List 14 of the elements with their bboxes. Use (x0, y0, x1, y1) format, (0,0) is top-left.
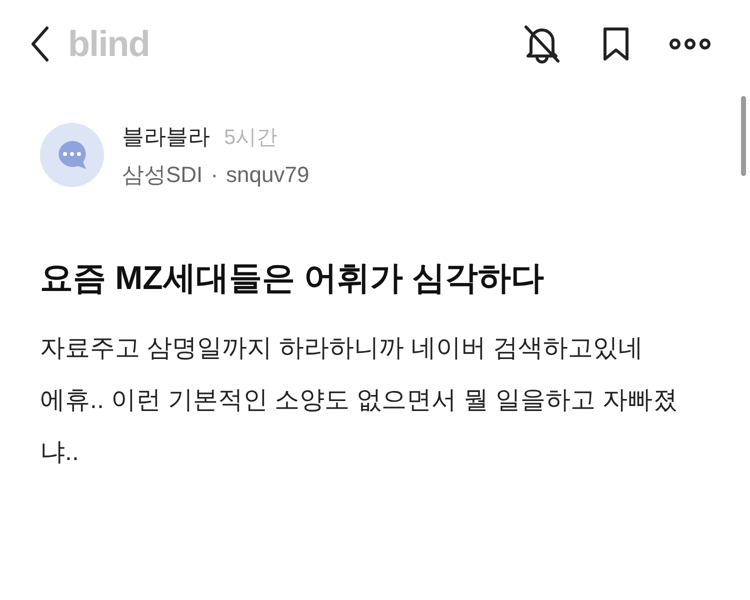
company-name: 삼성SDI (122, 160, 203, 188)
post-body-text: 자료주고 삼명일까지 하라하니까 네이버 검색하고있네 (40, 333, 644, 364)
user-id: snquv79 (226, 160, 310, 189)
avatar-icon (40, 123, 104, 188)
post-body-text: 에휴.. 이런 기본적인 소양도 없으면서 뭘 일을하고 자빠졌냐.. (40, 385, 679, 468)
post-time: 5시간 (224, 125, 278, 151)
post-title: 요즘 MZ세대들은 어휘가 심각하다 (39, 258, 546, 298)
bell-muted-icon (523, 24, 561, 64)
bookmark-icon (602, 26, 630, 62)
author-name: 블라블라 (122, 123, 210, 151)
logo: blind (68, 22, 150, 66)
more-icon (669, 38, 711, 50)
separator: · (210, 160, 218, 188)
back-icon (30, 26, 50, 62)
